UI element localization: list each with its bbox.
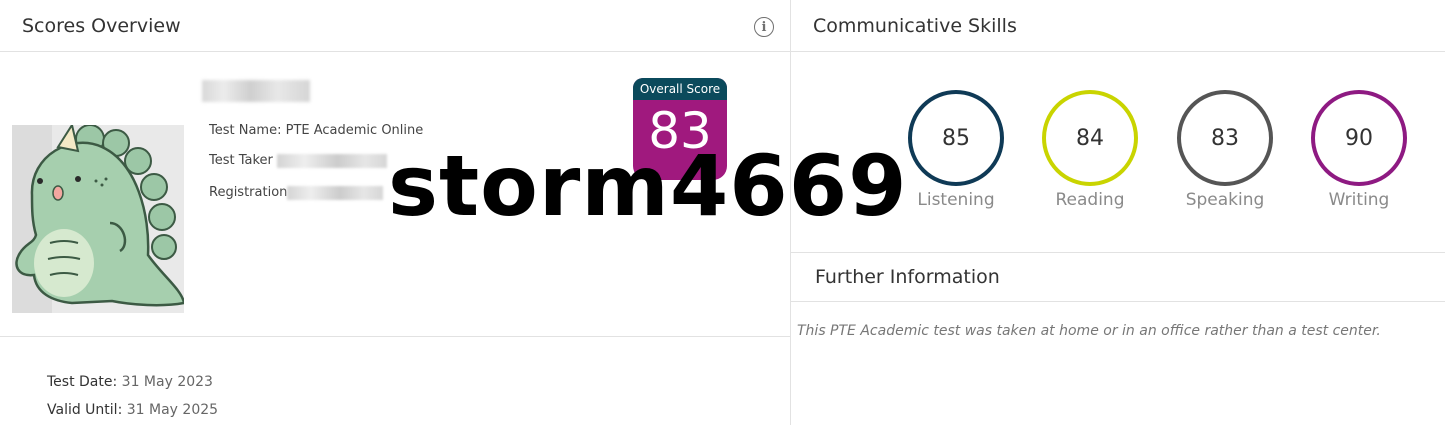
further-information-text: This PTE Academic test was taken at home… — [797, 323, 1381, 339]
info-icon[interactable]: i — [754, 17, 774, 37]
skill-name: Reading — [1055, 190, 1125, 210]
scores-overview-header: Scores Overview i — [0, 0, 790, 52]
test-taker-id-redacted — [277, 153, 388, 168]
watermark-text: storm4669 — [388, 137, 908, 235]
test-taker-label: Test Taker — [209, 153, 278, 168]
valid-until-row: Valid Until: 31 May 2025 — [47, 396, 218, 424]
test-name-label: Test Name: — [209, 123, 286, 138]
test-taker-row: Test Taker — [209, 153, 388, 168]
skill-name: Writing — [1328, 190, 1390, 210]
skill-score-ring: 90 — [1311, 90, 1407, 186]
test-date-row: Test Date: 31 May 2023 — [47, 368, 218, 396]
skill-speaking: 83 Speaking — [1175, 90, 1275, 210]
communicative-skills-title: Communicative Skills — [813, 14, 1017, 37]
skill-listening: 85 Listening — [906, 90, 1006, 210]
skill-score-ring: 85 — [908, 90, 1004, 186]
avatar — [12, 125, 184, 313]
test-taker-name-redacted — [202, 80, 310, 102]
skill-name: Listening — [917, 190, 995, 210]
further-information-header: Further Information — [791, 253, 1445, 302]
test-date-value: 31 May 2023 — [121, 374, 213, 390]
validity-dates: Test Date: 31 May 2023 Valid Until: 31 M… — [47, 368, 218, 424]
valid-until-label: Valid Until: — [47, 402, 123, 418]
test-name-row: Test Name: PTE Academic Online — [209, 123, 423, 138]
further-information-title: Further Information — [815, 266, 1000, 288]
skill-score-ring: 83 — [1177, 90, 1273, 186]
scores-overview-title: Scores Overview — [22, 14, 181, 37]
registration-label: Registration — [209, 185, 288, 200]
skill-writing: 90 Writing — [1309, 90, 1409, 210]
dinosaur-avatar-icon — [12, 125, 184, 313]
test-date-label: Test Date: — [47, 374, 118, 390]
communicative-skills-header: Communicative Skills — [791, 0, 1445, 52]
test-name-value: PTE Academic Online — [285, 123, 424, 138]
registration-row: Registration — [209, 185, 384, 200]
skill-name: Speaking — [1185, 190, 1265, 210]
skill-reading: 84 Reading — [1040, 90, 1140, 210]
valid-until-value: 31 May 2025 — [126, 402, 219, 418]
registration-id-redacted — [287, 185, 384, 200]
overall-score-label: Overall Score — [633, 78, 727, 100]
skill-score-ring: 84 — [1042, 90, 1138, 186]
